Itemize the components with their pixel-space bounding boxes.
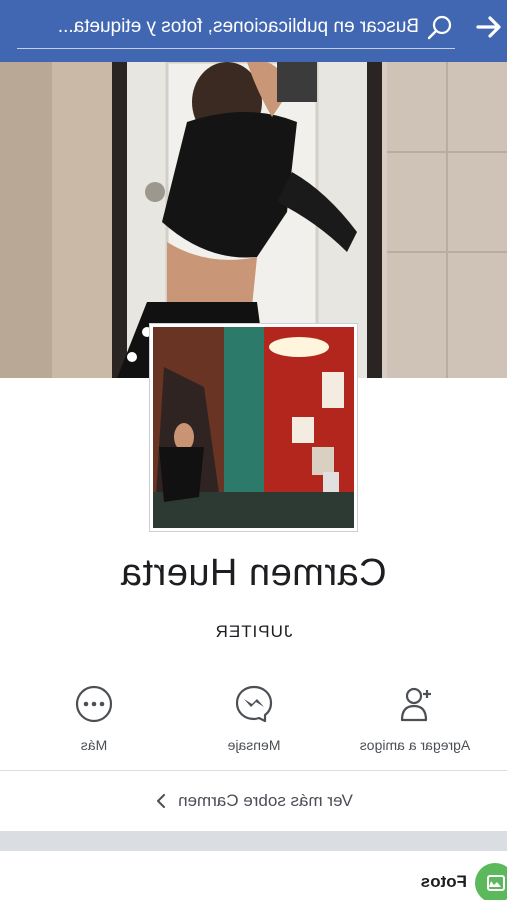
more-label: Más xyxy=(80,737,108,753)
see-more-about-button[interactable]: Ver más sobre Carmen xyxy=(0,771,507,831)
section-gap xyxy=(0,831,507,851)
profile-bio: JUPITER xyxy=(214,622,293,641)
search-icon xyxy=(425,12,455,42)
more-button[interactable]: Más xyxy=(14,684,174,753)
profile-picture[interactable] xyxy=(149,323,358,532)
add-friend-icon xyxy=(400,687,431,722)
back-arrow-icon xyxy=(476,16,501,38)
see-more-label: Ver más sobre Carmen xyxy=(178,791,353,810)
profile-name: Carmen Huerta xyxy=(120,552,387,594)
message-label: Mensaje xyxy=(227,737,281,753)
search-input[interactable]: Buscar en publicaciones, fotos y etiquet… xyxy=(17,6,455,49)
mirrored-app: Buscar en publicaciones, fotos y etiquet… xyxy=(0,0,507,900)
add-friend-label: Agregar a amigos xyxy=(359,737,471,753)
photos-section-header[interactable]: Fotos xyxy=(0,851,507,900)
message-button[interactable]: Mensaje xyxy=(174,684,334,753)
photos-icon xyxy=(475,863,507,900)
search-placeholder: Buscar en publicaciones, fotos y etiquet… xyxy=(57,16,419,37)
photos-label: Fotos xyxy=(420,872,467,891)
top-bar: Buscar en publicaciones, fotos y etiquet… xyxy=(0,0,507,62)
chevron-right-icon xyxy=(157,794,166,808)
back-button[interactable] xyxy=(471,10,507,44)
more-icon xyxy=(75,685,113,723)
add-friend-button[interactable]: Agregar a amigos xyxy=(335,684,495,753)
messenger-icon xyxy=(235,685,273,723)
